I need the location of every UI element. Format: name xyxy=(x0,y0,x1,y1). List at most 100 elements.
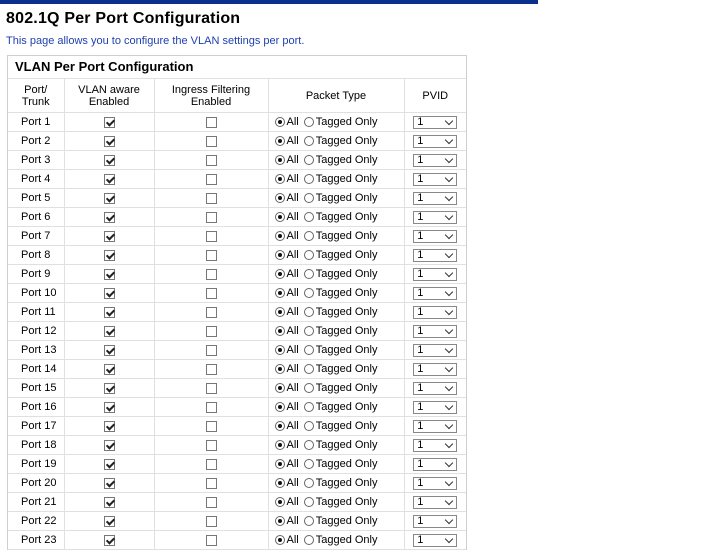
packet-type-tagged-radio[interactable] xyxy=(303,250,314,261)
ingress-filtering-checkbox[interactable] xyxy=(205,401,217,413)
packet-type-tagged-radio[interactable] xyxy=(303,193,314,204)
ingress-filtering-checkbox[interactable] xyxy=(205,116,217,128)
packet-type-all-radio[interactable] xyxy=(274,250,285,261)
vlan-aware-checkbox[interactable] xyxy=(103,439,115,451)
packet-type-all-radio[interactable] xyxy=(274,421,285,432)
pvid-select[interactable]: 1 xyxy=(413,267,458,281)
vlan-aware-checkbox[interactable] xyxy=(103,268,115,280)
packet-type-tagged-radio[interactable] xyxy=(303,516,314,527)
pvid-select[interactable]: 1 xyxy=(413,305,458,319)
pvid-select[interactable]: 1 xyxy=(413,343,458,357)
vlan-aware-checkbox[interactable] xyxy=(103,515,115,527)
ingress-filtering-checkbox[interactable] xyxy=(205,344,217,356)
packet-type-all-radio[interactable] xyxy=(274,497,285,508)
pvid-select[interactable]: 1 xyxy=(413,172,458,186)
ingress-filtering-checkbox[interactable] xyxy=(205,496,217,508)
pvid-select[interactable]: 1 xyxy=(413,229,458,243)
pvid-select[interactable]: 1 xyxy=(413,476,458,490)
vlan-aware-checkbox[interactable] xyxy=(103,496,115,508)
packet-type-tagged-radio[interactable] xyxy=(303,459,314,470)
ingress-filtering-checkbox[interactable] xyxy=(205,458,217,470)
pvid-select[interactable]: 1 xyxy=(413,381,458,395)
ingress-filtering-checkbox[interactable] xyxy=(205,534,217,546)
ingress-filtering-checkbox[interactable] xyxy=(205,211,217,223)
pvid-select[interactable]: 1 xyxy=(413,210,458,224)
ingress-filtering-checkbox[interactable] xyxy=(205,515,217,527)
ingress-filtering-checkbox[interactable] xyxy=(205,287,217,299)
packet-type-tagged-radio[interactable] xyxy=(303,326,314,337)
packet-type-tagged-radio[interactable] xyxy=(303,212,314,223)
vlan-aware-checkbox[interactable] xyxy=(103,420,115,432)
vlan-aware-checkbox[interactable] xyxy=(103,230,115,242)
pvid-select[interactable]: 1 xyxy=(413,495,458,509)
packet-type-all-radio[interactable] xyxy=(274,440,285,451)
ingress-filtering-checkbox[interactable] xyxy=(205,325,217,337)
ingress-filtering-checkbox[interactable] xyxy=(205,173,217,185)
ingress-filtering-checkbox[interactable] xyxy=(205,477,217,489)
packet-type-tagged-radio[interactable] xyxy=(303,155,314,166)
ingress-filtering-checkbox[interactable] xyxy=(205,363,217,375)
vlan-aware-checkbox[interactable] xyxy=(103,173,115,185)
packet-type-all-radio[interactable] xyxy=(274,345,285,356)
vlan-aware-checkbox[interactable] xyxy=(103,534,115,546)
vlan-aware-checkbox[interactable] xyxy=(103,135,115,147)
vlan-aware-checkbox[interactable] xyxy=(103,249,115,261)
packet-type-all-radio[interactable] xyxy=(274,288,285,299)
packet-type-all-radio[interactable] xyxy=(274,212,285,223)
vlan-aware-checkbox[interactable] xyxy=(103,458,115,470)
packet-type-all-radio[interactable] xyxy=(274,269,285,280)
ingress-filtering-checkbox[interactable] xyxy=(205,306,217,318)
packet-type-tagged-radio[interactable] xyxy=(303,478,314,489)
vlan-aware-checkbox[interactable] xyxy=(103,401,115,413)
ingress-filtering-checkbox[interactable] xyxy=(205,154,217,166)
ingress-filtering-checkbox[interactable] xyxy=(205,382,217,394)
pvid-select[interactable]: 1 xyxy=(413,438,458,452)
packet-type-tagged-radio[interactable] xyxy=(303,269,314,280)
pvid-select[interactable]: 1 xyxy=(413,362,458,376)
vlan-aware-checkbox[interactable] xyxy=(103,477,115,489)
vlan-aware-checkbox[interactable] xyxy=(103,154,115,166)
packet-type-all-radio[interactable] xyxy=(274,459,285,470)
pvid-select[interactable]: 1 xyxy=(413,514,458,528)
packet-type-tagged-radio[interactable] xyxy=(303,497,314,508)
pvid-select[interactable]: 1 xyxy=(413,400,458,414)
vlan-aware-checkbox[interactable] xyxy=(103,211,115,223)
pvid-select[interactable]: 1 xyxy=(413,153,458,167)
packet-type-tagged-radio[interactable] xyxy=(303,288,314,299)
packet-type-all-radio[interactable] xyxy=(274,136,285,147)
packet-type-all-radio[interactable] xyxy=(274,516,285,527)
pvid-select[interactable]: 1 xyxy=(413,191,458,205)
packet-type-all-radio[interactable] xyxy=(274,231,285,242)
packet-type-all-radio[interactable] xyxy=(274,364,285,375)
pvid-select[interactable]: 1 xyxy=(413,286,458,300)
ingress-filtering-checkbox[interactable] xyxy=(205,439,217,451)
packet-type-all-radio[interactable] xyxy=(274,193,285,204)
packet-type-tagged-radio[interactable] xyxy=(303,174,314,185)
pvid-select[interactable]: 1 xyxy=(413,115,458,129)
vlan-aware-checkbox[interactable] xyxy=(103,363,115,375)
packet-type-all-radio[interactable] xyxy=(274,155,285,166)
packet-type-all-radio[interactable] xyxy=(274,535,285,546)
vlan-aware-checkbox[interactable] xyxy=(103,192,115,204)
ingress-filtering-checkbox[interactable] xyxy=(205,249,217,261)
vlan-aware-checkbox[interactable] xyxy=(103,382,115,394)
packet-type-tagged-radio[interactable] xyxy=(303,117,314,128)
packet-type-tagged-radio[interactable] xyxy=(303,307,314,318)
pvid-select[interactable]: 1 xyxy=(413,533,458,547)
ingress-filtering-checkbox[interactable] xyxy=(205,230,217,242)
pvid-select[interactable]: 1 xyxy=(413,134,458,148)
packet-type-tagged-radio[interactable] xyxy=(303,383,314,394)
packet-type-all-radio[interactable] xyxy=(274,117,285,128)
packet-type-tagged-radio[interactable] xyxy=(303,345,314,356)
pvid-select[interactable]: 1 xyxy=(413,457,458,471)
packet-type-tagged-radio[interactable] xyxy=(303,402,314,413)
ingress-filtering-checkbox[interactable] xyxy=(205,192,217,204)
vlan-aware-checkbox[interactable] xyxy=(103,116,115,128)
packet-type-all-radio[interactable] xyxy=(274,478,285,489)
packet-type-all-radio[interactable] xyxy=(274,174,285,185)
vlan-aware-checkbox[interactable] xyxy=(103,344,115,356)
packet-type-tagged-radio[interactable] xyxy=(303,364,314,375)
ingress-filtering-checkbox[interactable] xyxy=(205,420,217,432)
vlan-aware-checkbox[interactable] xyxy=(103,287,115,299)
packet-type-tagged-radio[interactable] xyxy=(303,231,314,242)
